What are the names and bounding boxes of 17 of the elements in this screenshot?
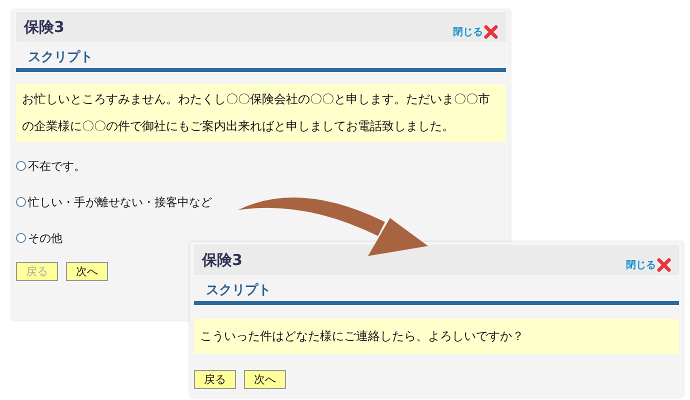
option-label: 忙しい・手が離せない・接客中など	[28, 194, 212, 210]
section-heading: スクリプト	[28, 50, 93, 65]
script-text: こういった件はどなた様にご連絡したら、よろしいですか？	[200, 329, 524, 343]
radio-button[interactable]	[16, 161, 26, 171]
option-label: その他	[28, 230, 62, 246]
radio-button[interactable]	[16, 197, 26, 207]
section-heading: スクリプト	[206, 283, 271, 298]
script-text: お忙しいところすみません。わたくし〇〇保険会社の〇〇と申します。ただいま〇〇市の企業様に〇〇の件で御社にもご案内出来ればと申しましてお電話致しました。	[22, 92, 490, 133]
close-icon[interactable]	[657, 258, 671, 272]
close-icon[interactable]	[484, 25, 498, 39]
option-label: 不在です。	[28, 158, 86, 174]
next-button[interactable]: 次へ	[244, 370, 286, 389]
radio-button[interactable]	[16, 233, 26, 243]
panel-title: 保険3	[24, 18, 64, 36]
next-button[interactable]: 次へ	[66, 262, 108, 281]
panel-title: 保険3	[202, 250, 242, 270]
back-button[interactable]: 戻る	[194, 370, 236, 389]
